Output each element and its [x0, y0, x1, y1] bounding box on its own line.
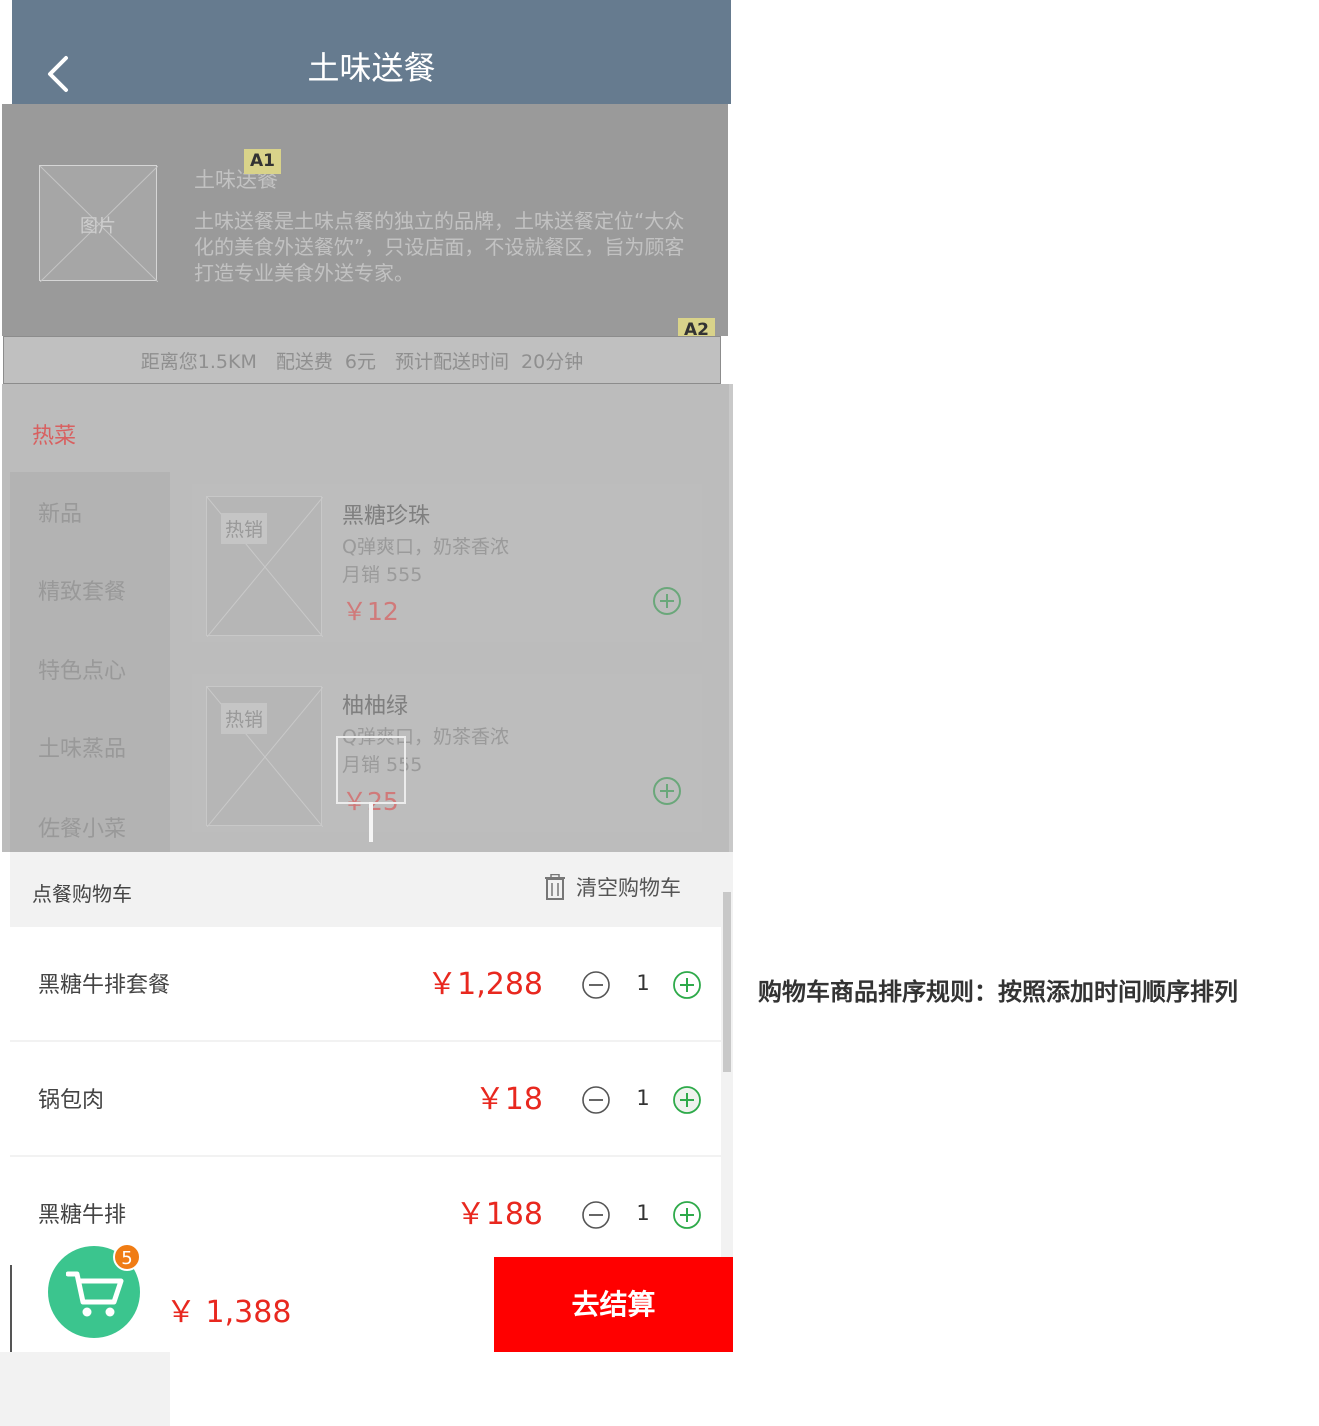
cart-item-quantity: 1 [636, 1201, 650, 1225]
cart-item-quantity: 1 [636, 1086, 650, 1110]
hot-tag: 热销 [221, 513, 268, 544]
background-block [0, 1352, 170, 1426]
plus-circle-icon[interactable] [652, 586, 682, 616]
divider [10, 1265, 12, 1352]
category-item[interactable]: 土味蒸品 [38, 731, 126, 763]
cart-total-price: ￥ 1,388 [166, 1295, 292, 1330]
trash-icon [545, 874, 565, 900]
drag-cursor-line [369, 802, 373, 842]
cart-item-price: ￥188 [455, 1197, 543, 1232]
food-card[interactable]: 热销 黑糖珍珠 Q弹爽口，奶茶香浓 月销 555 ￥12 [192, 484, 702, 642]
cart-count-badge: 5 [113, 1243, 141, 1271]
minus-circle-icon[interactable] [581, 1200, 611, 1230]
plus-circle-icon[interactable] [672, 970, 702, 1000]
plus-circle-icon[interactable] [672, 1200, 702, 1230]
annotation-note: 购物车商品排序规则：按照添加时间顺序排列 [758, 978, 1238, 1006]
menu-heading: 热菜 [32, 424, 77, 449]
cart-panel: 点餐购物车 清空购物车 黑糖牛排套餐 ￥1,288 1 锅包肉 ￥18 1 黑糖… [10, 852, 733, 1257]
minus-circle-icon[interactable] [581, 970, 611, 1000]
header-bar: 土味送餐 [12, 0, 731, 104]
hot-tag: 热销 [221, 703, 268, 734]
cart-item-name: 锅包肉 [38, 1088, 105, 1113]
cart-item-name: 黑糖牛排 [38, 1203, 127, 1228]
plus-circle-icon[interactable] [652, 776, 682, 806]
page-title: 土味送餐 [307, 49, 436, 87]
shop-description: 土味送餐是土味点餐的独立的品牌，土味送餐定位“大众化的美食外送餐饮”，只设店面，… [194, 209, 685, 285]
drag-cursor-icon [336, 736, 406, 804]
category-list: 新品 精致套餐 特色点心 土味蒸品 佐餐小菜 [10, 472, 170, 852]
cart-item-quantity: 1 [636, 971, 650, 995]
phone-edge [0, 0, 10, 104]
category-item[interactable]: 佐餐小菜 [38, 811, 126, 843]
cart-item-price: ￥18 [474, 1082, 543, 1117]
food-card[interactable]: 热销 柚柚绿 Q弹爽口，奶茶香浓 月销 555 ￥25 [192, 674, 702, 832]
food-image-placeholder: 热销 [206, 686, 323, 827]
food-sales: 月销 555 [342, 564, 423, 586]
shop-banner: 图片 土味送餐 土味送餐是土味点餐的独立的品牌，土味送餐定位“大众化的美食外送餐… [2, 104, 728, 336]
food-image-placeholder: 热销 [206, 496, 323, 637]
delivery-info-bar: 距离您1.5KM 配送费 6元 预计配送时间 20分钟 [3, 336, 721, 384]
food-description: Q弹爽口，奶茶香浓 [342, 536, 509, 558]
cart-item-price: ￥1,288 [427, 967, 543, 1002]
clear-cart-button[interactable]: 清空购物车 [544, 872, 681, 902]
plus-circle-icon[interactable] [672, 1085, 702, 1115]
food-name: 黑糖珍珠 [342, 504, 431, 529]
shopping-cart-icon [66, 1271, 124, 1317]
image-label: 图片 [80, 216, 116, 237]
delivery-info-text: 距离您1.5KM 配送费 6元 预计配送时间 20分钟 [140, 351, 584, 373]
cart-title: 点餐购物车 [32, 882, 132, 906]
shop-image-placeholder: 图片 [39, 165, 158, 282]
phone-screen: 土味送餐 图片 土味送餐 土味送餐是土味点餐的独立的品牌，土味送餐定位“大众化的… [0, 0, 733, 1352]
annotation-badge-a1: A1 [244, 149, 281, 174]
category-item[interactable]: 特色点心 [38, 653, 126, 685]
clear-cart-label: 清空购物车 [576, 876, 681, 900]
food-price: ￥12 [342, 597, 399, 626]
category-item[interactable]: 精致套餐 [38, 574, 126, 606]
checkout-button[interactable]: 去结算 [494, 1257, 733, 1352]
food-name: 柚柚绿 [342, 694, 409, 719]
category-item[interactable]: 新品 [38, 496, 82, 528]
menu-scrollbar[interactable] [729, 384, 733, 852]
cart-item-row: 锅包肉 ￥18 1 [10, 1042, 721, 1155]
cart-item-row: 黑糖牛排套餐 ￥1,288 1 [10, 927, 721, 1040]
minus-circle-icon[interactable] [581, 1085, 611, 1115]
checkout-bar: 5 ￥ 1,388 去结算 [10, 1243, 733, 1352]
cart-item-name: 黑糖牛排套餐 [38, 973, 171, 998]
cart-item-row: 黑糖牛排 ￥188 1 [10, 1157, 721, 1257]
cart-scrollbar[interactable] [723, 892, 731, 1072]
